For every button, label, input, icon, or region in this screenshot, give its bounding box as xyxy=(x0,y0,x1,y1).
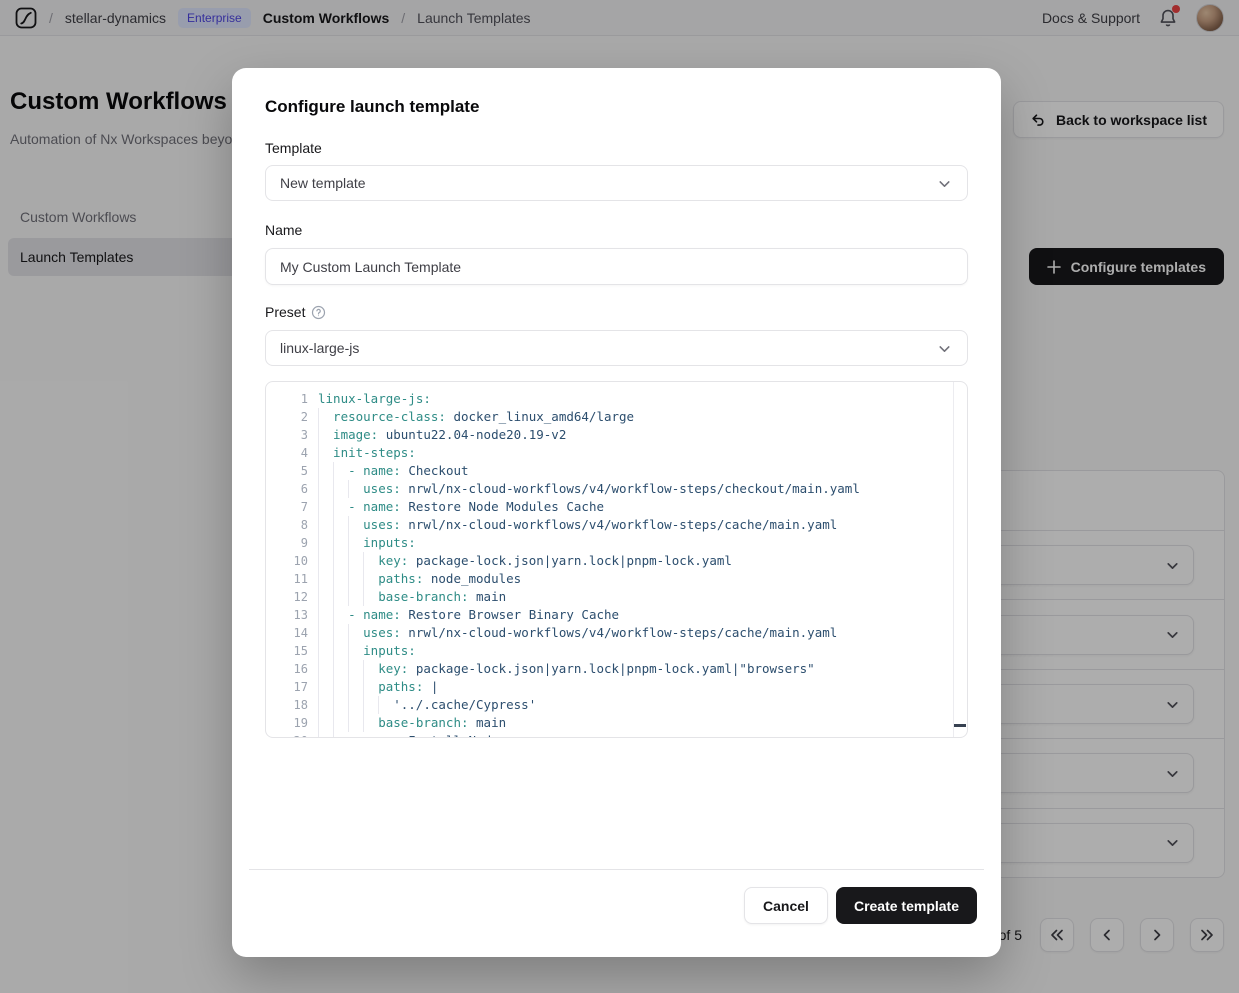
code-line: 8uses: nrwl/nx-cloud-workflows/v4/workfl… xyxy=(266,516,967,534)
template-label: Template xyxy=(265,140,322,156)
code-line: 5- name: Checkout xyxy=(266,462,967,480)
chevron-down-icon xyxy=(936,340,953,357)
code-line: 9inputs: xyxy=(266,534,967,552)
code-line: 3image: ubuntu22.04-node20.19-v2 xyxy=(266,426,967,444)
create-template-button[interactable]: Create template xyxy=(836,887,977,924)
editor-scrollbar[interactable] xyxy=(953,382,967,737)
code-line: 4init-steps: xyxy=(266,444,967,462)
preset-select-value: linux-large-js xyxy=(280,340,359,356)
code-line: 14uses: nrwl/nx-cloud-workflows/v4/workf… xyxy=(266,624,967,642)
code-line: 15inputs: xyxy=(266,642,967,660)
footer-divider xyxy=(249,869,984,870)
code-line: 2resource-class: docker_linux_amd64/larg… xyxy=(266,408,967,426)
yaml-code-editor[interactable]: 1linux-large-js:2resource-class: docker_… xyxy=(265,381,968,738)
code-line: 1linux-large-js: xyxy=(266,390,967,408)
chevron-down-icon xyxy=(936,175,953,192)
template-select[interactable]: New template xyxy=(265,165,968,201)
preset-label: Preset xyxy=(265,304,326,320)
code-line: 13- name: Restore Browser Binary Cache xyxy=(266,606,967,624)
modal-title: Configure launch template xyxy=(265,97,479,117)
code-line: 11paths: node_modules xyxy=(266,570,967,588)
code-editor-lines: 1linux-large-js:2resource-class: docker_… xyxy=(266,382,967,738)
name-label: Name xyxy=(265,222,302,238)
modal-footer: Cancel Create template xyxy=(744,887,977,924)
preset-select[interactable]: linux-large-js xyxy=(265,330,968,366)
code-line: 18'../.cache/Cypress' xyxy=(266,696,967,714)
code-line: 16key: package-lock.json|yarn.lock|pnpm-… xyxy=(266,660,967,678)
help-icon xyxy=(311,305,326,320)
code-line: 17paths: | xyxy=(266,678,967,696)
code-line: 6uses: nrwl/nx-cloud-workflows/v4/workfl… xyxy=(266,480,967,498)
template-select-value: New template xyxy=(280,175,366,191)
code-line: 7- name: Restore Node Modules Cache xyxy=(266,498,967,516)
name-input[interactable] xyxy=(265,248,968,285)
editor-scrollbar-thumb[interactable] xyxy=(954,724,966,727)
cancel-button[interactable]: Cancel xyxy=(744,887,828,924)
configure-launch-template-modal: Configure launch template Template New t… xyxy=(232,68,1001,957)
code-line: 10key: package-lock.json|yarn.lock|pnpm-… xyxy=(266,552,967,570)
code-line: 12base-branch: main xyxy=(266,588,967,606)
code-line: 19base-branch: main xyxy=(266,714,967,732)
code-line: 20- name: Install Node xyxy=(266,732,967,738)
